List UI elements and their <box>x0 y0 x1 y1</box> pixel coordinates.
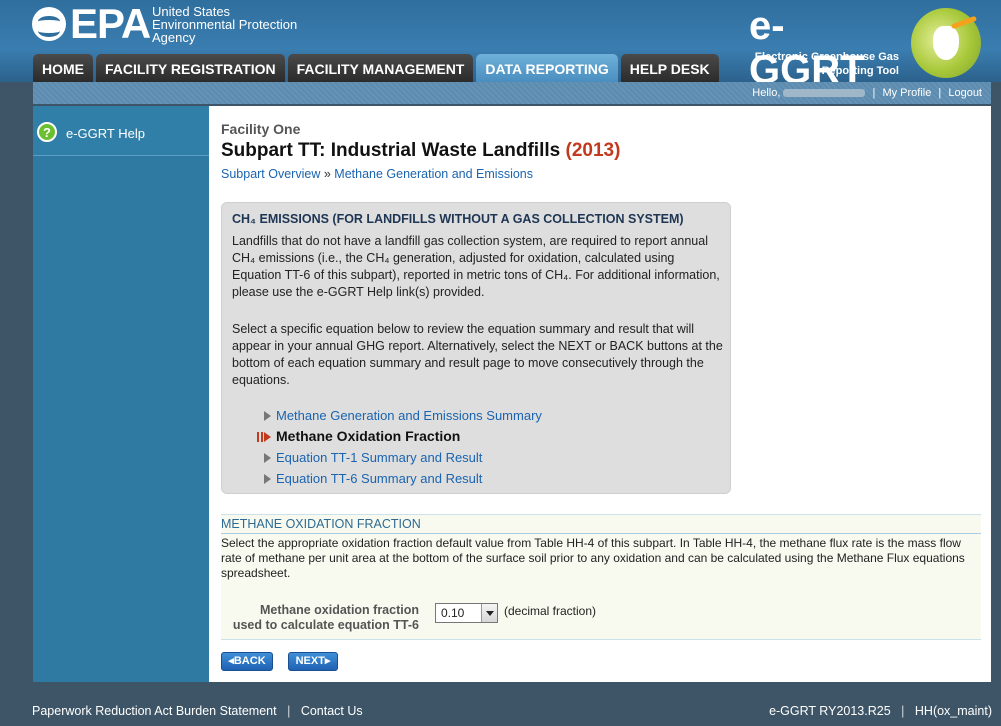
epa-globe-icon <box>32 7 66 41</box>
epa-wordmark: EPA <box>70 0 151 47</box>
back-button[interactable]: ◂BACK <box>221 652 273 671</box>
egret-beak-shape <box>950 15 978 30</box>
breadcrumb-subpart-overview[interactable]: Subpart Overview <box>221 167 320 181</box>
eggrt-logo[interactable]: e-GGRT Electronic Greenhouse Gas Reporti… <box>749 4 989 92</box>
site-header: EPA United States Environmental Protecti… <box>0 0 1001 92</box>
server-text: HH(ox_maint) <box>914 704 992 718</box>
help-question-icon: ? <box>37 122 57 142</box>
step-equation-tt6[interactable]: Equation TT-6 Summary and Result <box>256 468 542 489</box>
chevron-down-icon[interactable] <box>481 604 497 622</box>
tab-home[interactable]: HOME <box>33 54 93 82</box>
step-label: Equation TT-6 Summary and Result <box>276 471 483 486</box>
oxidation-fraction-form: METHANE OXIDATION FRACTION Select the ap… <box>221 514 981 640</box>
egret-body-shape <box>933 26 959 60</box>
current-step-icon <box>261 432 263 442</box>
arrow-right-icon <box>264 453 271 463</box>
logout-link[interactable]: Logout <box>948 87 982 99</box>
eggrt-subtitle-line: Electronic Greenhouse Gas <box>754 51 899 63</box>
paperwork-link[interactable]: Paperwork Reduction Act Burden Statement <box>32 704 277 718</box>
step-methane-oxidation-fraction: Methane Oxidation Fraction <box>256 426 542 447</box>
footer-links: Paperwork Reduction Act Burden Statement… <box>32 704 363 718</box>
breadcrumb-methane-generation[interactable]: Methane Generation and Emissions <box>334 167 533 181</box>
main-content: Facility One Subpart TT: Industrial Wast… <box>209 106 991 682</box>
page-title-text: Subpart TT: Industrial Waste Landfills <box>221 140 561 161</box>
arrow-right-icon <box>264 474 271 484</box>
step-label: Equation TT-1 Summary and Result <box>276 450 483 465</box>
field-label-line: used to calculate equation TT-6 <box>232 618 419 632</box>
page-title: Subpart TT: Industrial Waste Landfills (… <box>221 140 620 162</box>
egret-bird-icon <box>911 8 981 78</box>
epa-logo[interactable]: EPA United States Environmental Protecti… <box>32 1 322 47</box>
form-description: Select the appropriate oxidation fractio… <box>221 536 965 580</box>
eggrt-title: e-GGRT <box>749 4 865 92</box>
eggrt-subtitle: Electronic Greenhouse Gas Reporting Tool <box>755 50 899 78</box>
separator: | <box>872 87 876 99</box>
greeting-text: Hello, <box>752 87 781 99</box>
tab-facility-management[interactable]: FACILITY MANAGEMENT <box>287 54 474 82</box>
breadcrumb: Subpart Overview » Methane Generation an… <box>221 167 533 181</box>
step-methane-summary[interactable]: Methane Generation and Emissions Summary <box>256 405 542 426</box>
facility-name: Facility One <box>221 121 301 137</box>
arrow-right-icon <box>264 432 271 442</box>
separator: | <box>287 704 291 718</box>
field-label-line: Methane oxidation fraction <box>259 603 419 617</box>
epa-agency-name: United States Environmental Protection A… <box>152 5 297 44</box>
oxidation-fraction-select[interactable]: 0.10 <box>435 603 498 623</box>
main-nav-tabs: HOME FACILITY REGISTRATION FACILITY MANA… <box>33 54 722 82</box>
epa-agency-line: Agency <box>152 30 196 45</box>
my-profile-link[interactable]: My Profile <box>882 87 931 99</box>
info-paragraph: Landfills that do not have a landfill ga… <box>232 234 720 299</box>
site-footer: Paperwork Reduction Act Burden Statement… <box>0 698 1001 726</box>
current-step-icon <box>257 432 259 442</box>
step-label: Methane Generation and Emissions Summary <box>276 408 542 423</box>
info-box: CH₄ EMISSIONS (FOR LANDFILLS WITHOUT A G… <box>221 202 731 494</box>
form-section-title: METHANE OXIDATION FRACTION <box>221 517 981 534</box>
separator: | <box>938 87 942 99</box>
selected-value: 0.10 <box>441 606 465 620</box>
info-paragraph: Select a specific equation below to revi… <box>232 322 723 387</box>
separator: | <box>901 704 905 718</box>
sidebar: ? e-GGRT Help <box>33 106 209 682</box>
version-text: e-GGRT RY2013.R25 <box>769 704 891 718</box>
equation-step-list: Methane Generation and Emissions Summary… <box>256 405 542 489</box>
footer-version-info: e-GGRT RY2013.R25 | HH(ox_maint) <box>769 704 992 718</box>
sidebar-item-label: e-GGRT Help <box>66 126 145 141</box>
redacted-username <box>783 89 866 98</box>
contact-us-link[interactable]: Contact Us <box>301 704 363 718</box>
unit-label: (decimal fraction) <box>504 604 597 618</box>
tab-help-desk[interactable]: HELP DESK <box>620 54 719 82</box>
user-bar: Hello, | My Profile | Logout <box>33 82 991 104</box>
reporting-year: (2013) <box>565 140 621 161</box>
info-box-title: CH₄ EMISSIONS (FOR LANDFILLS WITHOUT A G… <box>232 212 684 226</box>
sidebar-item-help[interactable]: ? e-GGRT Help <box>33 106 209 156</box>
arrow-right-icon <box>264 411 271 421</box>
oxidation-fraction-label: Methane oxidation fraction used to calcu… <box>221 603 419 633</box>
tab-data-reporting[interactable]: DATA REPORTING <box>476 54 618 82</box>
eggrt-subtitle-line: Reporting Tool <box>821 65 899 77</box>
step-equation-tt1[interactable]: Equation TT-1 Summary and Result <box>256 447 542 468</box>
breadcrumb-separator: » <box>323 167 331 181</box>
next-button[interactable]: NEXT▸ <box>288 652 338 671</box>
step-label: Methane Oxidation Fraction <box>276 428 461 444</box>
tab-facility-registration[interactable]: FACILITY REGISTRATION <box>96 54 285 82</box>
